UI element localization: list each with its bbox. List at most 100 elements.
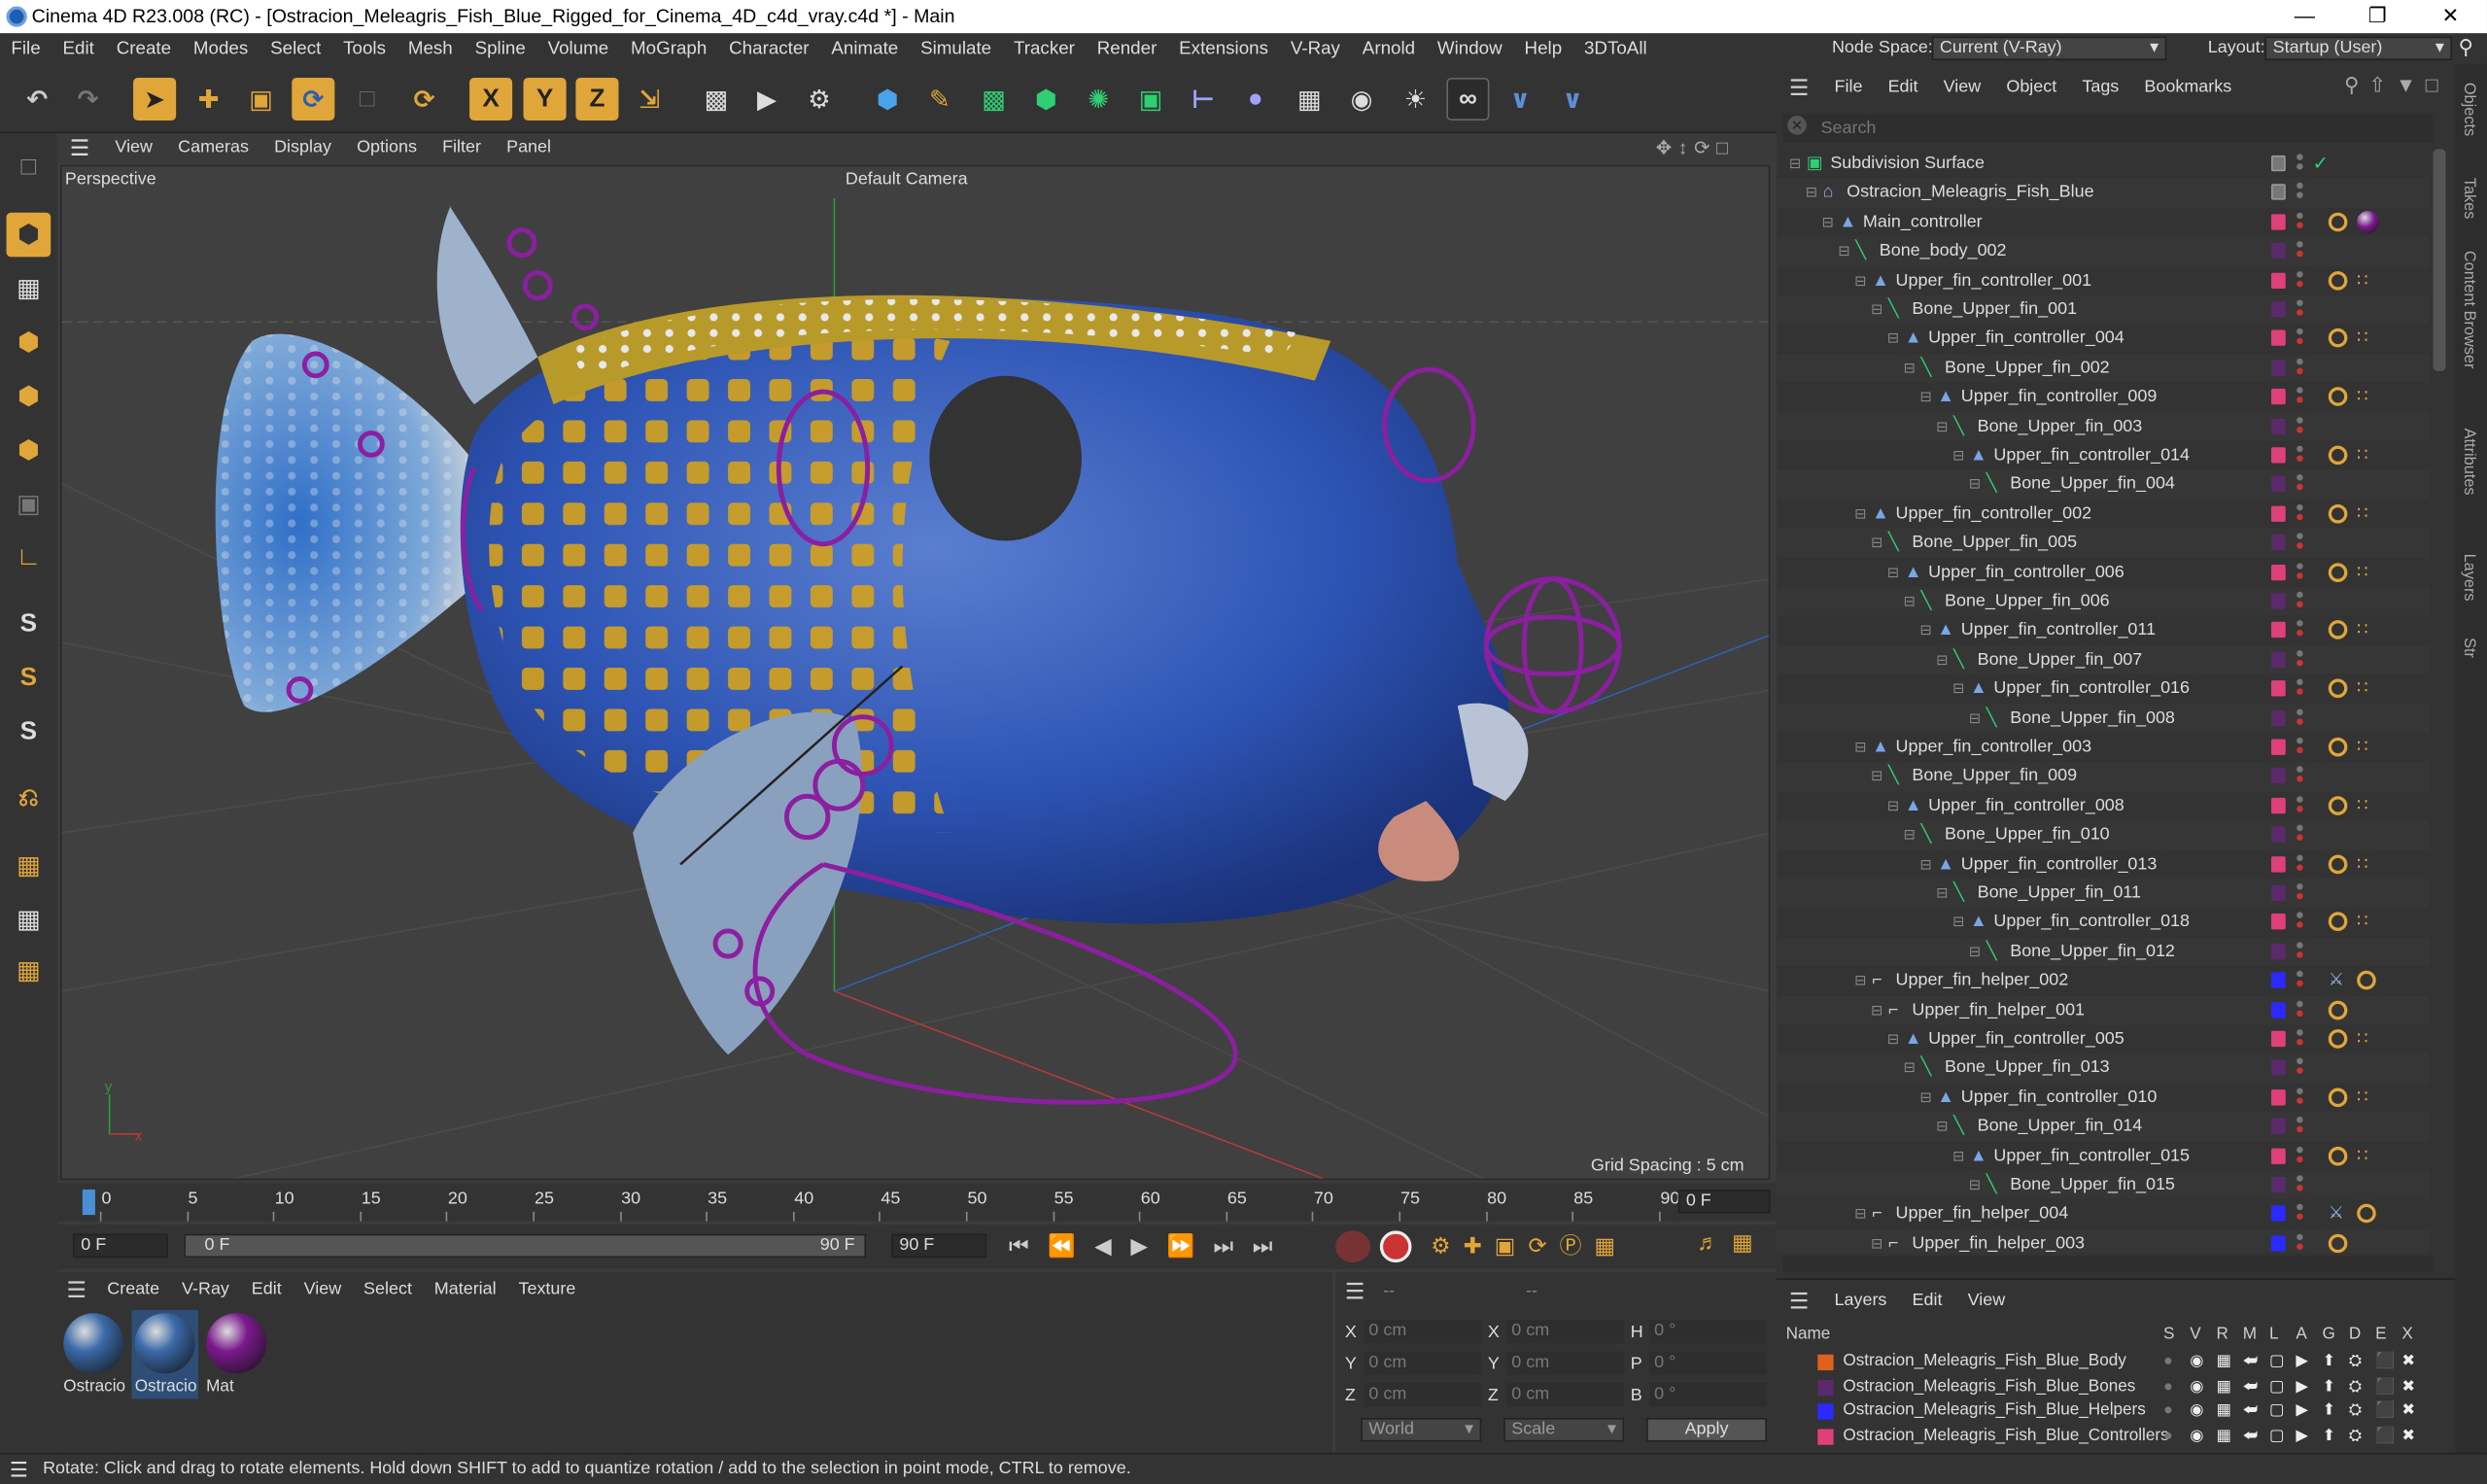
visibility-dots-icon[interactable] [2297,1029,2303,1049]
layer-toggle-icon[interactable]: ▶ [2296,1350,2308,1373]
autokey-icon[interactable] [1379,1230,1412,1263]
material-menu-view[interactable]: View [293,1280,352,1299]
tree-toggle-icon[interactable]: ⊟ [1854,733,1866,761]
move-tool-icon[interactable]: ✚ [188,78,230,121]
layer-row[interactable]: Ostracion_Meleagris_Fish_Blue_Helpers ● ◉ ▦… [1777,1398,2427,1423]
menu-tracker[interactable]: Tracker [1003,39,1087,58]
layer-color-tag[interactable] [2271,505,2286,522]
menu-window[interactable]: Window [1426,39,1513,58]
render-region-icon[interactable]: ▩ [695,78,738,121]
object-row[interactable]: ⊟ ▲ Upper_fin_controller_015 ∷ [1777,1141,2430,1170]
menu-animate[interactable]: Animate [820,39,910,58]
layer-color-tag[interactable] [2271,768,2286,784]
object-row[interactable]: ⊟ ▲ Upper_fin_controller_004 ∷ [1777,325,2430,354]
side-tab-layers[interactable]: Layers [2460,553,2477,601]
material-swatch[interactable]: Ostracio [60,1310,127,1398]
visibility-dots-icon[interactable] [2297,883,2303,903]
protection-tag-icon[interactable] [2328,853,2348,874]
layer-toggle-icon[interactable]: ◉ [2190,1374,2203,1398]
object-row[interactable]: ⊟ ╲ Bone_Upper_fin_008 [1776,703,2431,733]
tree-toggle-icon[interactable]: ⊟ [1789,149,1801,177]
layer-color-tag[interactable] [2271,593,2286,609]
coord-value-field[interactable]: 0 ° [1649,1319,1768,1344]
record-icon[interactable] [1335,1230,1371,1263]
tree-toggle-icon[interactable]: ⊟ [1887,558,1899,586]
hamburger-icon[interactable]: ☰ [10,1458,28,1483]
prev-key-icon[interactable]: ⏪ [1048,1232,1094,1258]
layer-color-tag[interactable] [2271,797,2286,813]
layer-toggle-icon[interactable]: ⬛ [2375,1398,2395,1422]
close-search-icon[interactable]: ✕ [1787,116,1807,135]
layer-color-tag[interactable] [2271,564,2286,580]
layers-menu-edit[interactable]: Edit [1899,1291,1954,1310]
tree-toggle-icon[interactable]: ⊟ [1919,383,1931,411]
layer-color-tag[interactable] [2271,1001,2286,1018]
layers-menu-view[interactable]: View [1955,1291,2019,1310]
layer-color-tag[interactable] [2271,1059,2286,1077]
tree-toggle-icon[interactable]: ⊟ [1854,1199,1866,1227]
tree-toggle-icon[interactable]: ⊟ [1969,470,1981,499]
mograph-icon[interactable]: ▣ [1129,78,1172,121]
menu-tools[interactable]: Tools [332,39,397,58]
menu-mesh[interactable]: Mesh [397,39,464,58]
material-swatch[interactable]: Ostracio [131,1310,198,1399]
object-row[interactable]: ⊟ ▣ Subdivision Surface ✓ [1777,149,2430,178]
workplane-icon[interactable]: ▦ [7,844,52,888]
extrude-icon[interactable]: ⬢ [1024,78,1067,121]
tree-toggle-icon[interactable]: ⊟ [1919,616,1931,644]
camera-icon[interactable]: ◉ [1340,78,1383,121]
object-row[interactable]: ⊟ ⌐ Upper_fin_helper_001 [1776,995,2431,1025]
visibility-dots-icon[interactable] [2297,358,2303,378]
menu-file[interactable]: File [0,39,52,58]
layer-color-tag[interactable] [2271,389,2286,405]
visibility-dots-icon[interactable] [2297,1087,2303,1107]
coord-system-dropdown[interactable]: World ▾ [1361,1418,1482,1442]
close-icon[interactable]: ✕ [2414,0,2487,33]
floor-icon[interactable]: ▦ [1288,78,1330,121]
viewport-menu-cameras[interactable]: Cameras [165,138,261,157]
start-frame-field[interactable]: 0 F [73,1233,168,1259]
tree-toggle-icon[interactable]: ⊟ [1904,354,1916,382]
layer-color-tag[interactable] [2271,1234,2286,1252]
object-row[interactable]: ⊟ ▲ Upper_fin_controller_011 ∷ [1777,616,2430,645]
grid-icon[interactable]: ▦ [7,949,52,993]
viewport-menu-panel[interactable]: Panel [494,138,564,157]
layer-color-tag[interactable] [2271,651,2286,668]
protection-tag-icon[interactable] [2357,1204,2376,1224]
object-row[interactable]: ⊟ ▲ Upper_fin_controller_008 ∷ [1777,791,2430,820]
current-frame-field[interactable]: 0 F [1677,1190,1771,1214]
visibility-dots-icon[interactable] [2297,942,2303,961]
protection-tag-icon[interactable] [2328,737,2348,757]
layer-color-tag[interactable] [2271,884,2286,901]
object-row[interactable]: ⊟ ╲ Bone_body_002 [1776,236,2431,266]
layer-toggle-icon[interactable]: ● [2163,1398,2173,1422]
menu-3dtoall[interactable]: 3DToAll [1573,39,1659,58]
key-mode-icons[interactable]: ⚙✚▣⟳Ⓟ▦ [1431,1229,1628,1261]
layer-color-tag[interactable] [2271,709,2286,726]
protection-tag-icon[interactable] [2328,270,2348,290]
object-row[interactable]: ⊟ ▲ Upper_fin_controller_009 ∷ [1777,383,2430,412]
layer-row[interactable]: Ostracion_Meleagris_Fish_Blue_Body ● ◉ ▦ ⮨ ▢ ▶… [1777,1350,2427,1374]
viewport-nav-icons[interactable]: ✥↕⟳□ [1656,136,1735,158]
timeline-ruler[interactable]: 0 5 10 15 20 25 30 35 40 45 50 55 60 65 70 75 80 85 90 0 F [56,1183,1777,1222]
constraint-tag-icon[interactable]: ∷ [2357,441,2367,469]
side-tab-takes[interactable]: Takes [2460,177,2477,219]
layer-toggle-icon[interactable]: ● [2163,1374,2173,1398]
tree-toggle-icon[interactable]: ⊟ [1919,849,1931,878]
layer-color-swatch[interactable] [1817,1428,1834,1444]
visibility-dots-icon[interactable] [2297,212,2303,231]
layer-toggle-icon[interactable]: ⬛ [2375,1424,2395,1447]
layer-color-tag[interactable] [2271,680,2286,697]
material-menu-select[interactable]: Select [353,1280,424,1299]
tree-toggle-icon[interactable]: ⊟ [1904,820,1916,848]
visibility-dots-icon[interactable] [2297,503,2303,524]
protection-tag-icon[interactable] [2328,387,2348,407]
visibility-dots-icon[interactable] [2297,795,2303,815]
vray-icon[interactable]: ∞ [1446,77,1490,121]
next-frame-icon[interactable]: ⏩ [1167,1232,1214,1258]
tree-toggle-icon[interactable]: ⊟ [1919,1083,1931,1111]
layer-toggle-icon[interactable]: ▢ [2269,1424,2284,1447]
layer-toggle-icon[interactable]: ✖ [2401,1374,2415,1398]
layer-toggle-icon[interactable]: ◉ [2190,1424,2203,1447]
object-row[interactable]: ⊟ ⌐ Upper_fin_helper_004 ⚔ [1777,1199,2430,1228]
